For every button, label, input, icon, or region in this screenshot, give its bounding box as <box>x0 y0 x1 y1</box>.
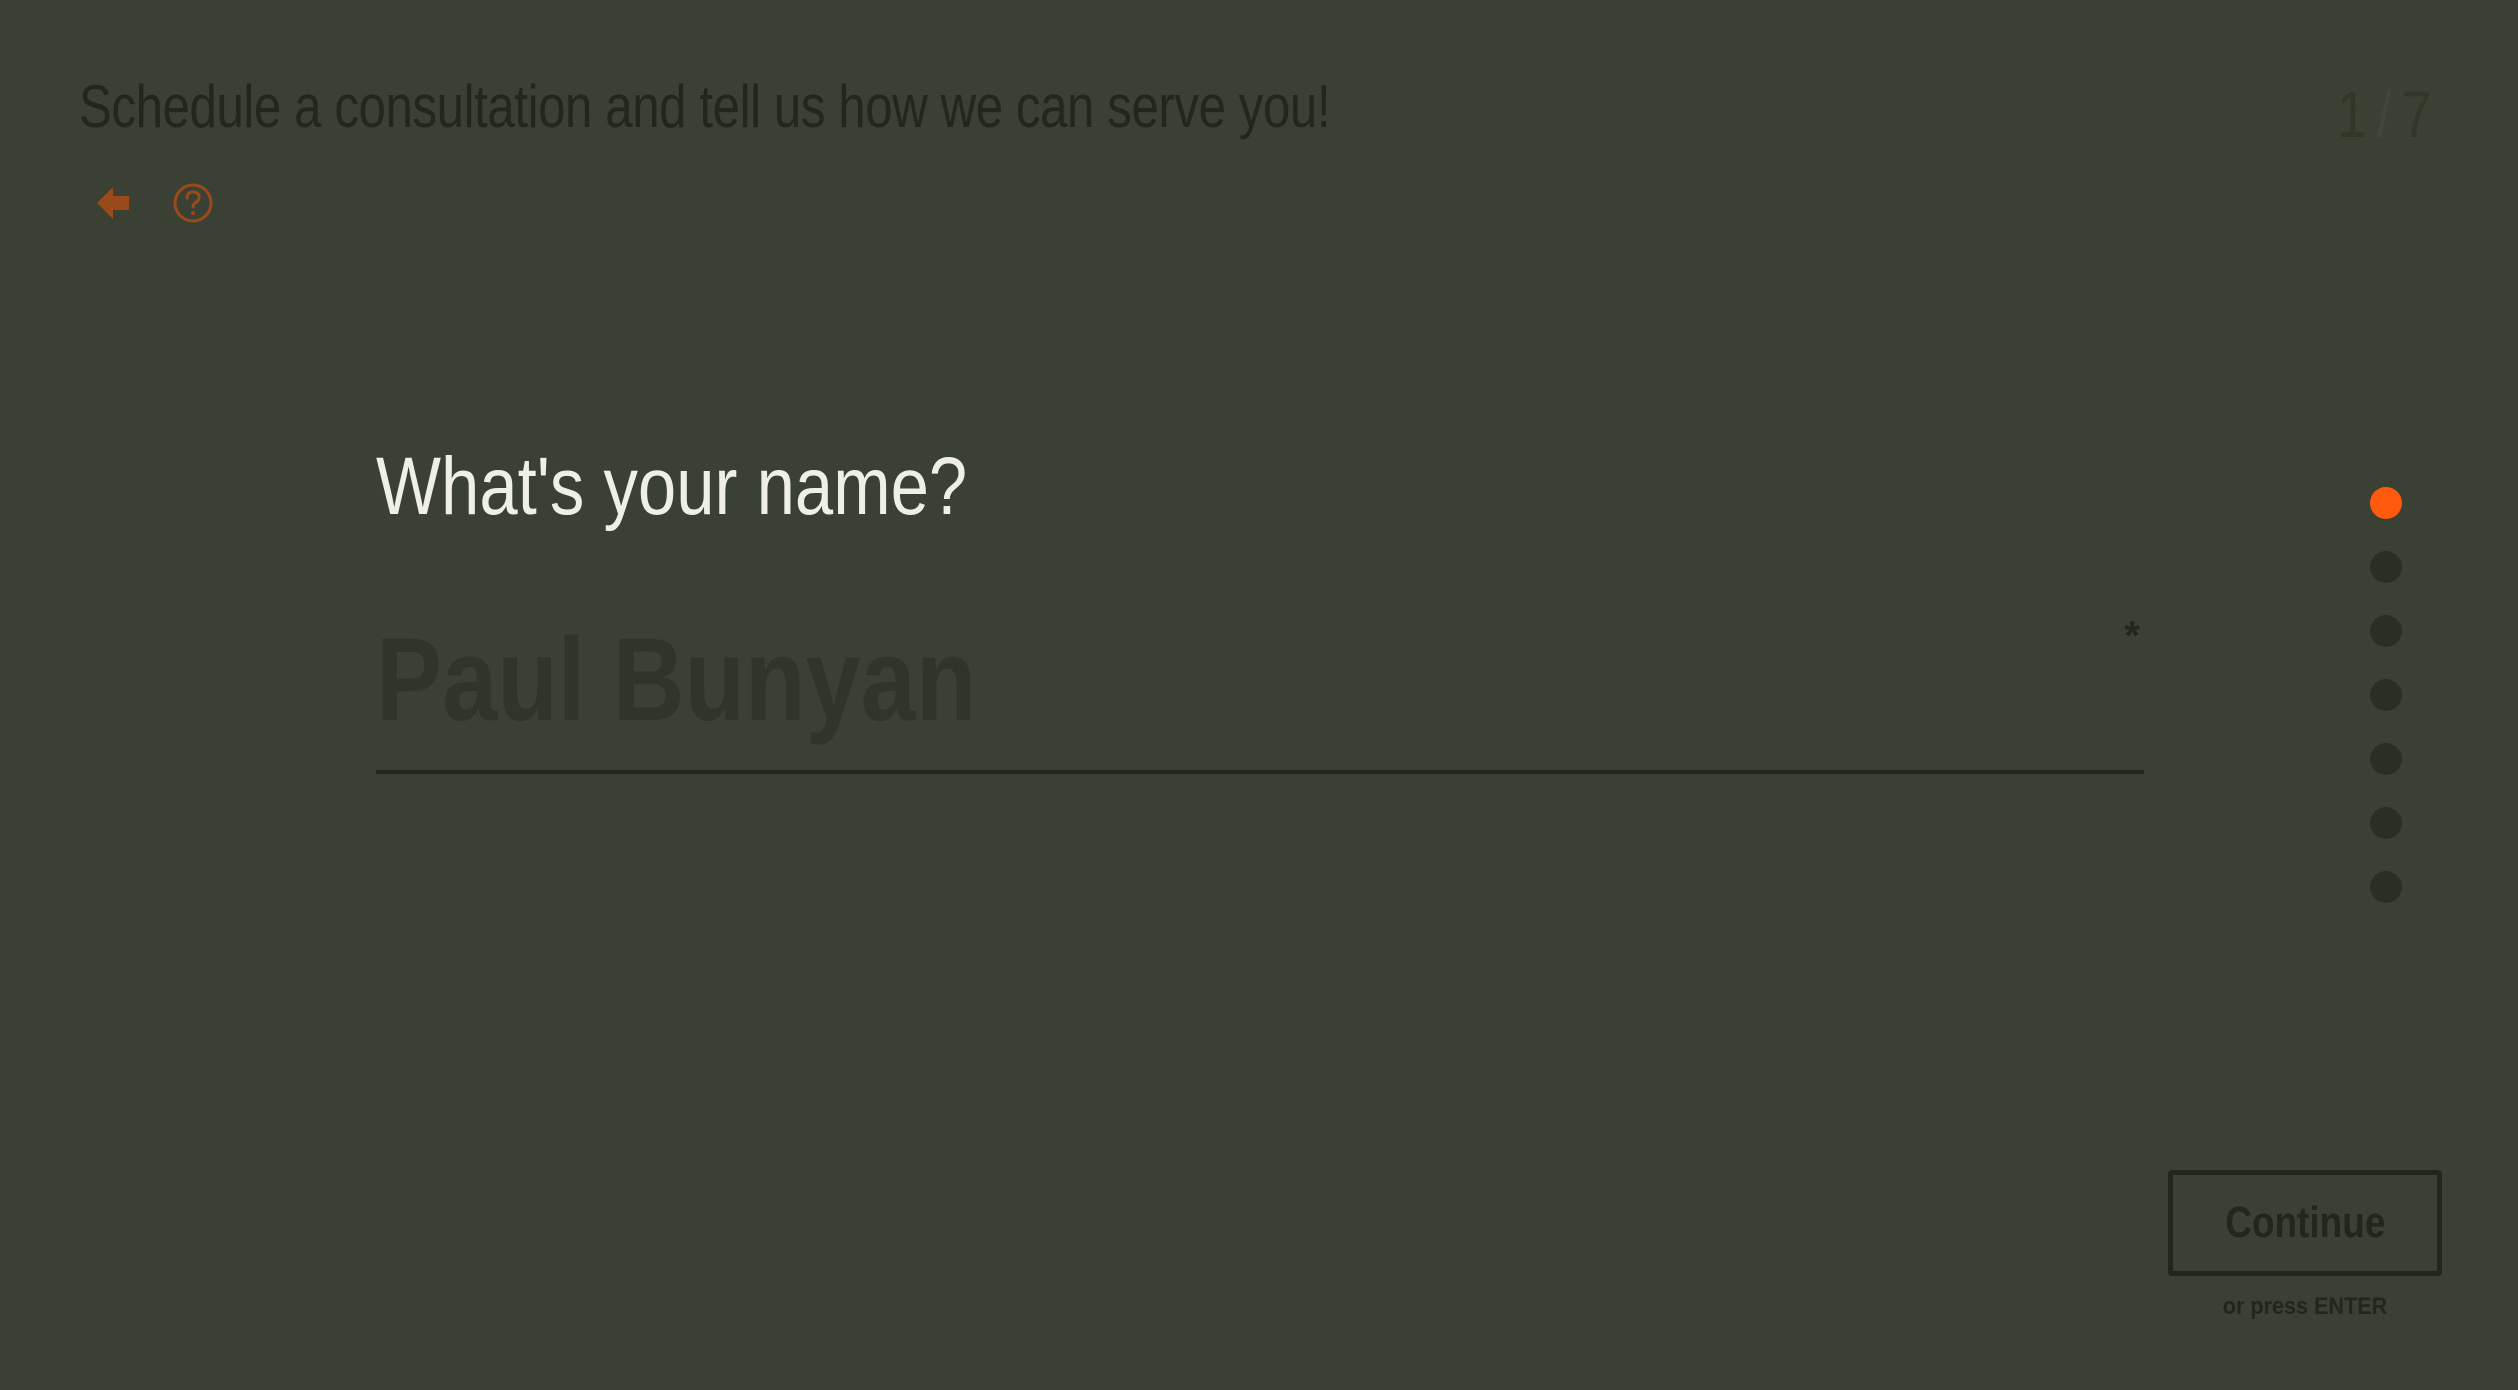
form-title: Schedule a consultation and tell us how … <box>79 73 1331 140</box>
form-page: Schedule a consultation and tell us how … <box>0 0 2518 1390</box>
help-button[interactable] <box>170 180 216 226</box>
step-separator: / <box>2377 77 2393 151</box>
progress-dot-2[interactable] <box>2370 551 2402 583</box>
enter-hint: or press ENTER <box>2222 1293 2388 1320</box>
progress-dot-3[interactable] <box>2370 615 2402 647</box>
required-marker: * <box>2124 614 2140 658</box>
question-circle-icon <box>173 183 213 223</box>
back-button[interactable] <box>90 180 136 226</box>
progress-dot-7[interactable] <box>2370 871 2402 903</box>
continue-label: Continue <box>2224 1198 2386 1247</box>
name-field-wrapper: * <box>376 600 2144 774</box>
progress-dot-6[interactable] <box>2370 807 2402 839</box>
progress-dot-5[interactable] <box>2370 743 2402 775</box>
name-input[interactable] <box>376 600 1636 760</box>
step-counter: 1/7 <box>2337 76 2432 152</box>
step-current: 1 <box>2337 77 2368 151</box>
question-heading: What's your name? <box>376 441 968 532</box>
progress-dots <box>2370 487 2402 903</box>
arrow-left-icon <box>97 187 129 219</box>
progress-dot-1[interactable] <box>2370 487 2402 519</box>
continue-button[interactable]: Continue <box>2168 1170 2442 1276</box>
progress-dot-4[interactable] <box>2370 679 2402 711</box>
nav-icons <box>90 180 216 226</box>
step-total: 7 <box>2401 77 2432 151</box>
